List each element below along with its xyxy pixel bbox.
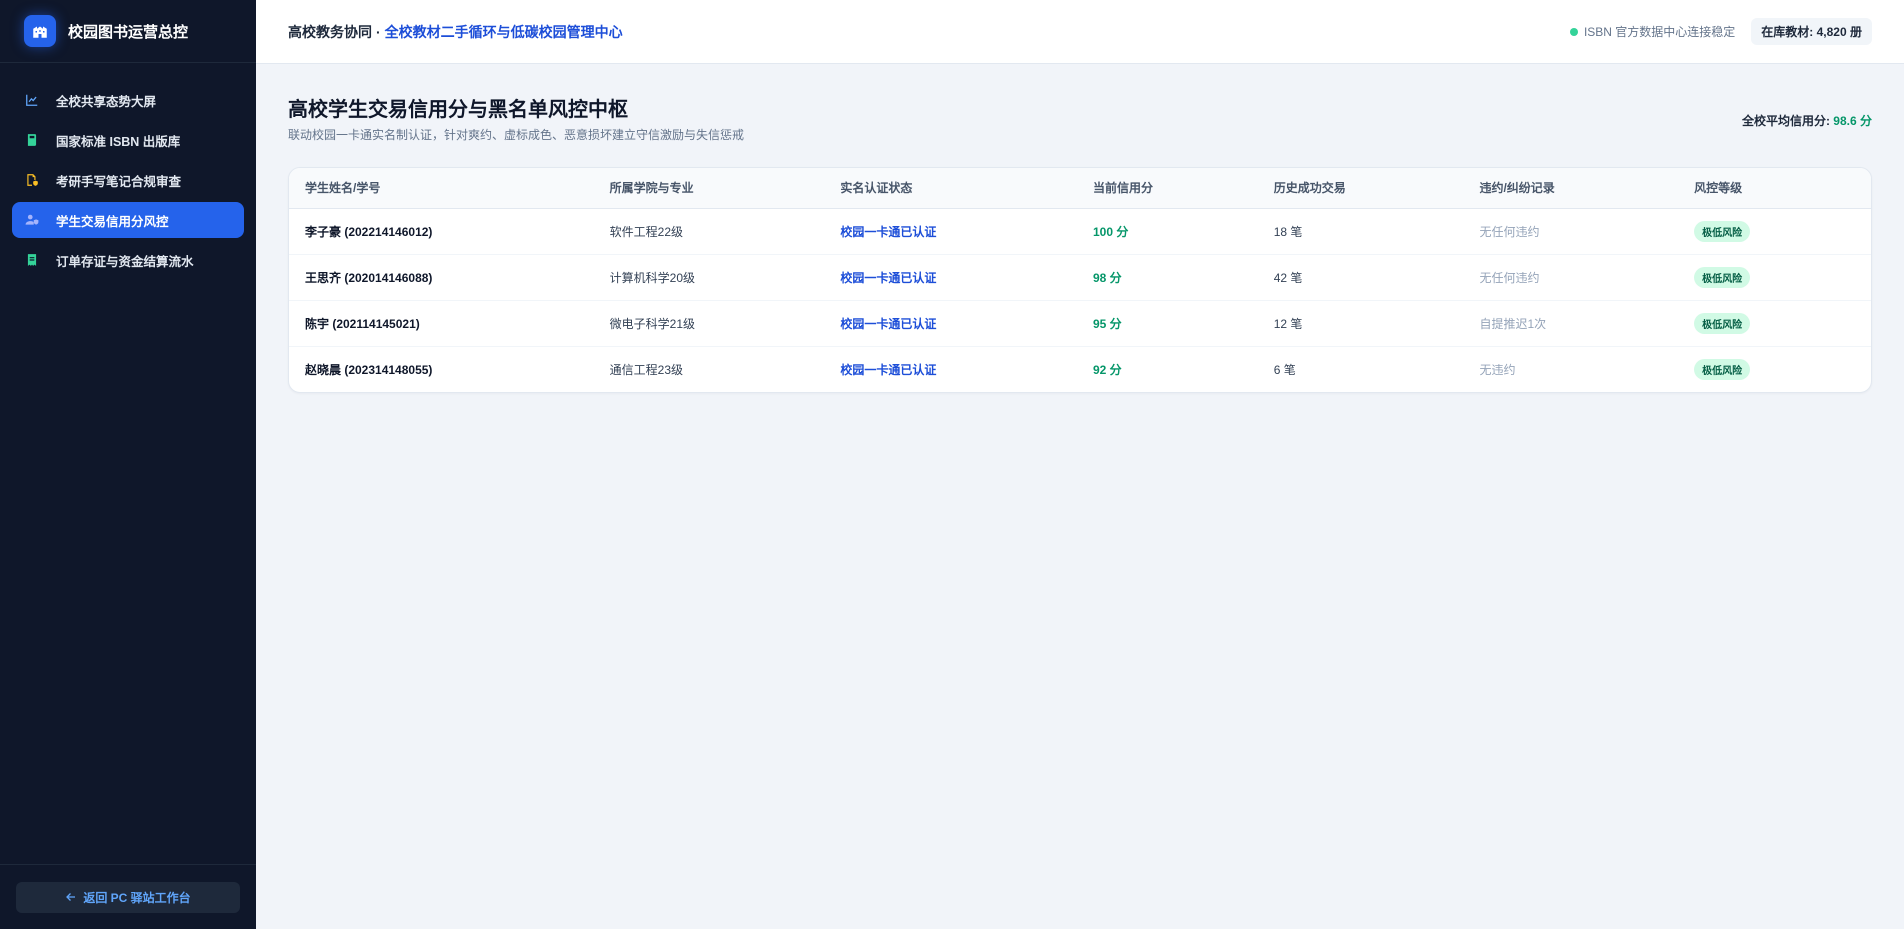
risk-level-badge: 极低风险 <box>1694 312 1751 334</box>
breadcrumb-separator: · <box>376 23 381 40</box>
risk-level-badge: 极低风险 <box>1694 266 1751 288</box>
back-button-label: 返回 PC 驿站工作台 <box>83 890 191 905</box>
violation-record: 无违约 <box>1479 362 1516 377</box>
column-header: 历史成功交易 <box>1273 168 1480 209</box>
sidebar-item-label: 订单存证与资金结算流水 <box>56 254 194 269</box>
auth-status: 校园一卡通已认证 <box>840 254 1093 301</box>
table-row[interactable]: 王思齐 (202014146088) 计算机科学20级 校园一卡通已认证 98 … <box>289 254 1871 301</box>
column-header: 实名认证状态 <box>840 168 1093 209</box>
book-icon <box>24 132 40 148</box>
user-shield-icon <box>24 212 40 228</box>
risk-level-cell: 极低风险 <box>1694 254 1871 301</box>
sidebar-item-label: 考研手写笔记合规审查 <box>56 174 182 189</box>
student-college-major: 微电子科学21级 <box>609 300 841 347</box>
trade-count: 6 笔 <box>1273 362 1296 377</box>
school-building-icon <box>24 15 56 47</box>
column-header: 学生姓名/学号 <box>289 168 610 209</box>
trade-count: 12 笔 <box>1273 300 1480 347</box>
risk-level-cell: 极低风险 <box>1694 300 1871 347</box>
student-name-id: 李子豪 (202214146012) <box>289 208 610 255</box>
trade-count: 42 笔 <box>1273 254 1480 301</box>
table-row[interactable]: 李子豪 (202214146012) 软件工程22级 校园一卡通已认证 100 … <box>289 208 1871 255</box>
breadcrumb: 高校教务协同 · 全校教材二手循环与低碳校园管理中心 <box>288 22 623 42</box>
stock-count-badge: 在库教材: 4,820 册 <box>1751 18 1872 45</box>
line-chart-icon <box>24 92 40 108</box>
violation-record: 无任何违约 <box>1479 208 1695 255</box>
sidebar-item-label: 全校共享态势大屏 <box>56 94 157 109</box>
student-college-major: 通信工程23级 <box>609 362 684 377</box>
table-row[interactable]: 陈宇 (202114145021) 微电子科学21级 校园一卡通已认证 95 分… <box>289 300 1871 347</box>
risk-level-badge: 极低风险 <box>1694 220 1751 242</box>
page-header: 高校学生交易信用分与黑名单风控中枢 联动校园一卡通实名制认证，针对爽约、虚标成色… <box>288 97 1872 143</box>
auth-status: 校园一卡通已认证 <box>840 208 1093 255</box>
risk-level-cell: 极低风险 <box>1694 208 1871 255</box>
table-row[interactable]: 赵晓晨 (202314148055) 通信工程23级 校园一卡通已认证 92 分… <box>289 346 1871 392</box>
sidebar: 校园图书运营总控 全校共享态势大屏 国家标准 ISBN 出版库 考研手写笔记合规… <box>0 0 256 929</box>
risk-level-badge: 极低风险 <box>1694 358 1751 380</box>
sidebar-nav: 全校共享态势大屏 国家标准 ISBN 出版库 考研手写笔记合规审查 学生交易信用… <box>0 63 256 278</box>
column-header: 违约/纠纷记录 <box>1479 168 1695 209</box>
breadcrumb-current: 全校教材二手循环与低碳校园管理中心 <box>384 23 623 40</box>
back-to-workbench-button[interactable]: 返回 PC 驿站工作台 <box>16 881 240 913</box>
credit-score: 92 分 <box>1092 362 1122 377</box>
sidebar-item-dashboard[interactable]: 全校共享态势大屏 <box>12 82 244 118</box>
receipt-icon <box>24 252 40 268</box>
page-title: 高校学生交易信用分与黑名单风控中枢 <box>288 99 628 121</box>
column-header: 当前信用分 <box>1092 168 1274 209</box>
column-header: 所属学院与专业 <box>609 168 841 209</box>
sidebar-item-label: 学生交易信用分风控 <box>56 214 169 229</box>
sidebar-item-isbn[interactable]: 国家标准 ISBN 出版库 <box>12 122 244 158</box>
student-name-id: 王思齐 (202014146088) <box>289 254 610 301</box>
sidebar-item-credit-risk[interactable]: 学生交易信用分风控 <box>12 202 244 238</box>
page-subtitle: 联动校园一卡通实名制认证，针对爽约、虚标成色、恶意损坏建立守信激励与失信惩戒 <box>288 128 745 142</box>
student-college-major: 计算机科学20级 <box>609 254 841 301</box>
average-credit-value: 98.6 分 <box>1833 114 1872 128</box>
violation-record: 无任何违约 <box>1479 254 1695 301</box>
file-shield-icon <box>24 172 40 188</box>
average-credit-label: 全校平均信用分: <box>1741 114 1830 128</box>
column-header: 风控等级 <box>1694 168 1871 209</box>
topbar-status: ISBN 官方数据中心连接稳定 在库教材: 4,820 册 <box>1569 18 1872 45</box>
brand-title: 校园图书运营总控 <box>68 23 189 41</box>
credit-score: 95 分 <box>1092 300 1274 347</box>
sidebar-item-notes-review[interactable]: 考研手写笔记合规审查 <box>12 162 244 198</box>
arrow-left-icon <box>66 893 76 901</box>
sidebar-footer: 返回 PC 驿站工作台 <box>0 864 256 929</box>
topbar: 高校教务协同 · 全校教材二手循环与低碳校园管理中心 ISBN 官方数据中心连接稳定… <box>256 0 1904 64</box>
risk-level-cell: 极低风险 <box>1694 346 1871 392</box>
breadcrumb-prefix: 高校教务协同 <box>288 23 372 40</box>
main-content: 高校学生交易信用分与黑名单风控中枢 联动校园一卡通实名制认证，针对爽约、虚标成色… <box>288 64 1872 393</box>
credit-table: 学生姓名/学号 所属学院与专业 实名认证状态 当前信用分 历史成功交易 违约/纠… <box>289 168 1871 392</box>
connection-status-text: ISBN 官方数据中心连接稳定 <box>1583 25 1736 39</box>
sidebar-item-settlement[interactable]: 订单存证与资金结算流水 <box>12 242 244 278</box>
table-header-row: 学生姓名/学号 所属学院与专业 实名认证状态 当前信用分 历史成功交易 违约/纠… <box>289 168 1871 209</box>
credit-score: 98 分 <box>1092 254 1274 301</box>
average-credit-score: 全校平均信用分: 98.6 分 <box>1742 112 1872 129</box>
student-college-major: 软件工程22级 <box>609 208 841 255</box>
student-name-id: 陈宇 (202114145021) <box>289 300 610 347</box>
sidebar-item-label: 国家标准 ISBN 出版库 <box>56 134 181 149</box>
credit-table-card: 学生姓名/学号 所属学院与专业 实名认证状态 当前信用分 历史成功交易 违约/纠… <box>288 167 1872 393</box>
student-name-id: 赵晓晨 (202314148055) <box>305 362 433 377</box>
connection-status-dot-icon <box>1569 27 1578 36</box>
credit-score: 100 分 <box>1092 208 1274 255</box>
violation-record: 自提推迟1次 <box>1479 300 1695 347</box>
auth-status: 校园一卡通已认证 <box>840 300 1093 347</box>
brand: 校园图书运营总控 <box>0 0 256 63</box>
trade-count: 18 笔 <box>1273 208 1480 255</box>
auth-status: 校园一卡通已认证 <box>840 362 937 377</box>
